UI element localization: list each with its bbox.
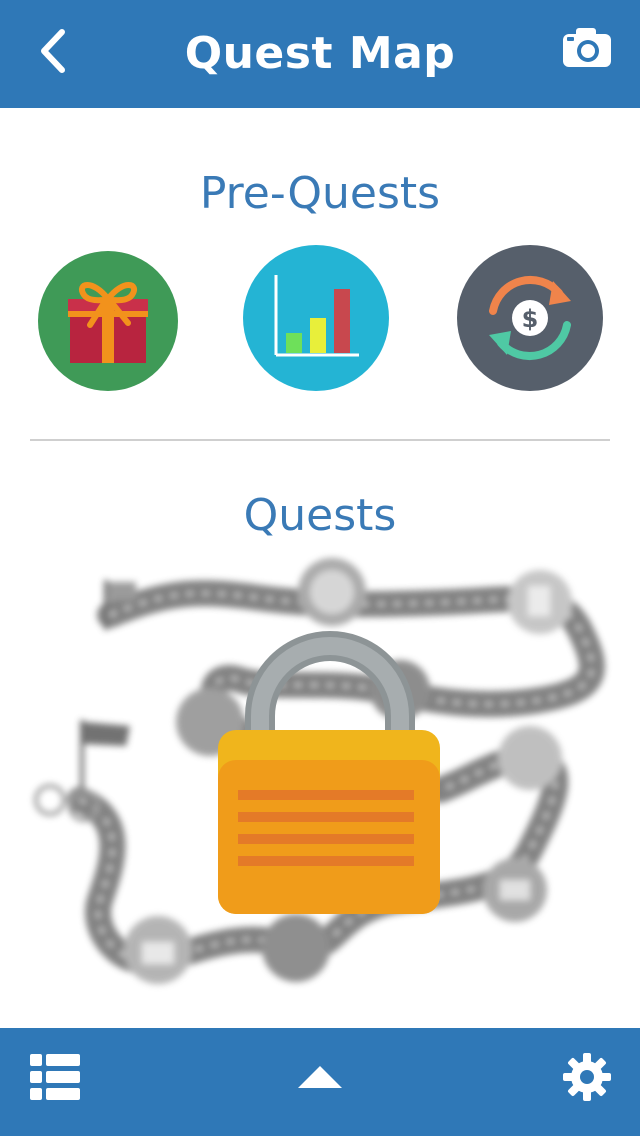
- triangle-up-icon[interactable]: [296, 1064, 344, 1090]
- prequest-gift-button[interactable]: [38, 251, 178, 391]
- gear-icon[interactable]: [562, 1052, 612, 1102]
- section-divider: [30, 439, 610, 441]
- camera-icon[interactable]: [560, 26, 614, 70]
- page-title: Quest Map: [184, 28, 456, 79]
- svg-text:$: $: [522, 305, 539, 333]
- list-icon[interactable]: [30, 1054, 80, 1100]
- gift-icon: [68, 282, 148, 363]
- top-bar: Quest Map: [0, 0, 640, 108]
- quests-heading: Quests: [243, 490, 397, 541]
- prequests-heading: Pre-Quests: [199, 168, 441, 219]
- dollar-exchange-icon: $: [489, 276, 571, 360]
- quest-map-locked: [0, 550, 640, 1020]
- padlock-icon: [218, 631, 440, 914]
- prequest-chart-button[interactable]: [243, 245, 389, 391]
- bar-chart-icon: [274, 275, 359, 357]
- prequest-exchange-button[interactable]: $: [457, 245, 603, 391]
- bottom-bar: [0, 1028, 640, 1136]
